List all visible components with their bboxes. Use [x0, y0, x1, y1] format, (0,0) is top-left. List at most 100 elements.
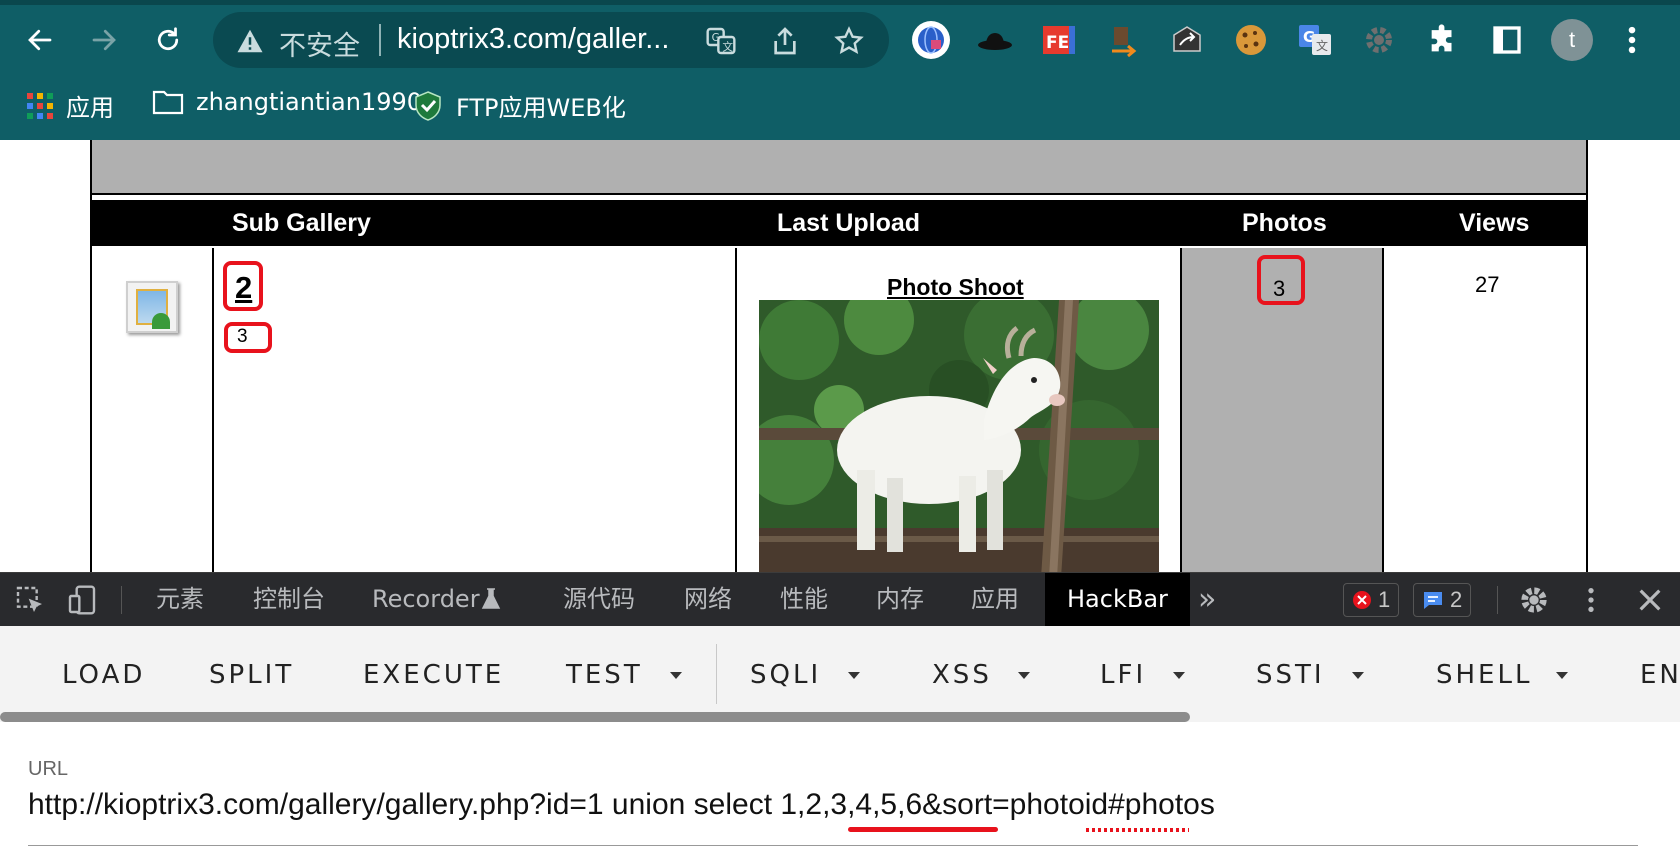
encoding-dropdown[interactable]: EN: [1640, 660, 1680, 690]
tab-hackbar[interactable]: HackBar: [1045, 573, 1190, 626]
error-icon: [1353, 591, 1371, 609]
extension-share-box[interactable]: [1167, 20, 1207, 60]
error-count: 1: [1378, 587, 1391, 612]
column-divider: [1382, 248, 1384, 572]
profile-avatar[interactable]: t: [1551, 19, 1593, 61]
split-button[interactable]: SPLIT: [209, 660, 294, 690]
chevron-down-icon: [1352, 672, 1364, 679]
bookmark-folder[interactable]: zhangtiantian1990: [152, 88, 422, 116]
highlight-box-description: [224, 322, 272, 353]
inspect-element-icon[interactable]: [14, 584, 46, 616]
arrow-left-icon: [28, 29, 52, 51]
gear-extension-icon: [1366, 27, 1392, 53]
extension-globe[interactable]: [911, 20, 951, 60]
shield-check-icon: [415, 90, 441, 121]
tab-console[interactable]: 控制台: [253, 573, 325, 626]
load-button[interactable]: LOAD: [62, 660, 145, 690]
reload-icon: [157, 27, 179, 51]
tab-performance[interactable]: 性能: [780, 573, 828, 626]
xss-dropdown[interactable]: XSS: [932, 660, 992, 690]
hackbar-toolbar: LOAD SPLIT EXECUTE TEST SQLI XSS LFI SST…: [0, 626, 1680, 722]
address-bar[interactable]: 不安全 kioptrix3.com/galler... G文: [213, 12, 889, 68]
views-count: 27: [1475, 272, 1500, 297]
browser-menu-button[interactable]: [1612, 20, 1652, 60]
close-icon[interactable]: [1634, 584, 1666, 616]
highlight-underline: [848, 827, 998, 832]
column-divider: [1180, 248, 1182, 572]
header-views: Views: [1459, 209, 1530, 237]
apps-grid-icon: [27, 92, 53, 119]
translate-icon[interactable]: G文: [705, 25, 737, 57]
tab-recorder[interactable]: Recorder: [372, 573, 480, 626]
gallery-table: Sub Gallery Last Upload Photos Views 2 3…: [90, 140, 1588, 572]
bookmarks-bar: 应用 zhangtiantian1990 FTP应用WEB化: [0, 82, 1680, 132]
tab-separator: [1497, 586, 1498, 614]
sqli-dropdown[interactable]: SQLI: [750, 660, 821, 690]
bookmark-label: 应用: [66, 94, 114, 122]
execute-button[interactable]: EXECUTE: [363, 660, 504, 690]
gallery-banner: [92, 140, 1586, 195]
test-dropdown[interactable]: TEST: [566, 660, 643, 690]
settings-gear-icon[interactable]: [1518, 584, 1550, 616]
goat-photo[interactable]: [759, 300, 1159, 572]
web-page: Sub Gallery Last Upload Photos Views 2 3…: [0, 140, 1680, 572]
last-upload-link[interactable]: Photo Shoot: [887, 274, 1024, 301]
toolbar-divider: [716, 644, 717, 704]
device-toolbar-icon[interactable]: [66, 584, 98, 616]
side-panel-icon: [1493, 26, 1521, 54]
extension-fe[interactable]: FE: [1039, 20, 1079, 60]
extension-arrow[interactable]: [1103, 20, 1143, 60]
reload-button[interactable]: [146, 18, 190, 62]
lfi-dropdown[interactable]: LFI: [1100, 660, 1146, 690]
bookmark-ftp[interactable]: FTP应用WEB化: [412, 88, 626, 123]
ssti-dropdown[interactable]: SSTI: [1256, 660, 1325, 690]
arrow-right-icon: [92, 29, 116, 51]
share-box-icon: [1173, 26, 1201, 52]
extension-google-translate[interactable]: G文: [1295, 20, 1335, 60]
flask-icon: [481, 588, 501, 609]
tab-memory[interactable]: 内存: [876, 573, 924, 626]
warning-icon: [237, 29, 263, 53]
fe-icon: FE: [1043, 26, 1075, 54]
hackbar-panel: LOAD SPLIT EXECUTE TEST SQLI XSS LFI SST…: [0, 626, 1680, 864]
shell-dropdown[interactable]: SHELL: [1436, 660, 1532, 690]
bookmark-label: zhangtiantian1990: [196, 88, 423, 116]
devtools-menu-icon[interactable]: [1575, 584, 1607, 616]
puzzle-icon: [1431, 24, 1452, 52]
header-photos: Photos: [1242, 209, 1327, 237]
gallery-thumbnail[interactable]: [126, 281, 178, 333]
tab-elements[interactable]: 元素: [156, 573, 204, 626]
toolbar-scrollbar[interactable]: [0, 712, 1190, 722]
extension-cookie[interactable]: [1231, 20, 1271, 60]
more-tabs-button[interactable]: »: [1198, 573, 1216, 626]
chevron-down-icon: [670, 672, 682, 679]
error-badge[interactable]: 1: [1343, 583, 1400, 617]
column-divider: [212, 248, 214, 572]
tab-application[interactable]: 应用: [971, 573, 1019, 626]
cookie-icon: [1236, 25, 1266, 55]
bookmark-star-icon[interactable]: [833, 25, 865, 57]
tab-sources[interactable]: 源代码: [563, 573, 635, 626]
extensions-button[interactable]: [1423, 20, 1463, 60]
extension-gear[interactable]: [1359, 20, 1399, 60]
bookmark-apps[interactable]: 应用: [26, 88, 114, 123]
address-text[interactable]: kioptrix3.com/galler...: [397, 23, 669, 56]
svg-text:文: 文: [1316, 38, 1328, 53]
side-panel-button[interactable]: [1487, 20, 1527, 60]
share-icon[interactable]: [769, 25, 801, 57]
chevron-down-icon: [1556, 672, 1568, 679]
message-badge[interactable]: 2: [1413, 583, 1472, 617]
picture-hill: [152, 313, 170, 329]
back-button[interactable]: [18, 18, 62, 62]
insecure-label[interactable]: 不安全: [279, 24, 360, 63]
tab-network[interactable]: 网络: [684, 573, 732, 626]
highlight-box-title: [223, 261, 263, 311]
forward-button[interactable]: [82, 18, 126, 62]
extension-hat[interactable]: [975, 20, 1015, 60]
chevron-down-icon: [1018, 672, 1030, 679]
url-input[interactable]: http://kioptrix3.com/gallery/gallery.php…: [28, 788, 1215, 822]
globe-icon: [912, 21, 950, 59]
column-divider: [735, 248, 737, 572]
goat-image: [759, 300, 1159, 572]
omnibox-separator: [379, 24, 381, 56]
